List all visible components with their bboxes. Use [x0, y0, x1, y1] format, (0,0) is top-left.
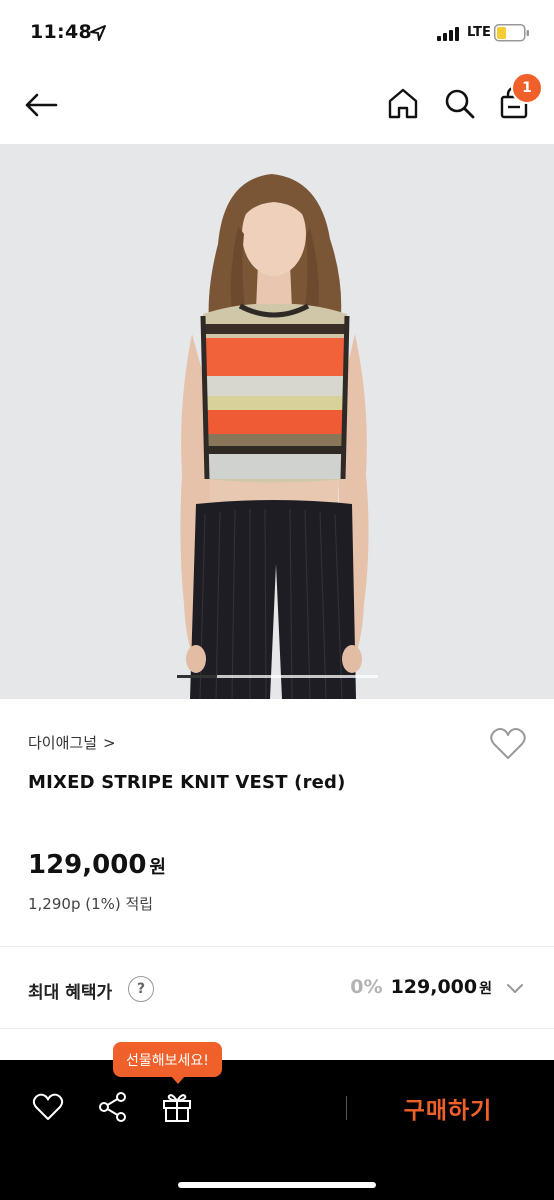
back-button[interactable] [22, 86, 60, 124]
search-button[interactable] [442, 86, 478, 122]
gift-icon[interactable] [160, 1090, 194, 1124]
bottom-action-bar [0, 1060, 554, 1200]
price-unit: 원 [149, 857, 166, 878]
location-arrow-icon [90, 25, 106, 41]
arrow-left-icon [25, 93, 58, 117]
search-icon [445, 89, 475, 119]
home-button[interactable] [386, 86, 420, 122]
status-time: 11:48 [30, 21, 92, 43]
benefit-price: 129,000 [390, 976, 478, 998]
product-title: MIXED STRIPE KNIT VEST (red) [28, 772, 346, 793]
heart-outline-icon [490, 728, 526, 759]
max-benefit-label: 최대 혜택가 [28, 983, 113, 1003]
cellular-signal-icon [437, 27, 459, 41]
status-bar: 11:48 LTE [0, 0, 554, 66]
chevron-right-icon: > [103, 733, 116, 752]
image-progress-indicator [177, 675, 217, 678]
product-photo [0, 144, 554, 699]
max-benefit-value[interactable]: 0% 129,000 원 [350, 976, 492, 998]
app-header [0, 66, 554, 144]
gift-tooltip-arrow [171, 1076, 185, 1084]
benefit-unit: 원 [479, 981, 492, 997]
battery-icon [494, 24, 529, 42]
help-icon[interactable]: ? [128, 976, 154, 1002]
price: 129,000 원 [28, 850, 166, 880]
benefit-rate: 0% [350, 976, 383, 998]
network-type: LTE [467, 25, 491, 40]
heart-icon[interactable] [31, 1090, 65, 1124]
cart-count-badge: 1 [511, 72, 543, 104]
product-image[interactable] [0, 144, 554, 699]
section-divider [0, 946, 554, 947]
home-icon [388, 88, 418, 119]
chevron-down-icon[interactable] [505, 980, 525, 998]
brand-link[interactable]: 다이애그널 > [28, 732, 116, 753]
wishlist-button[interactable] [489, 726, 527, 762]
section-divider [0, 1028, 554, 1029]
share-icon[interactable] [96, 1090, 130, 1124]
buy-button[interactable]: 구매하기 [360, 1088, 536, 1128]
brand-name: 다이애그널 [28, 734, 98, 752]
price-value: 129,000 [28, 850, 147, 880]
reward-points: 1,290p (1%) 적립 [28, 895, 154, 913]
bottom-bar-divider [346, 1096, 347, 1120]
gift-tooltip: 선물해보세요! [113, 1042, 222, 1077]
home-indicator [178, 1182, 376, 1188]
